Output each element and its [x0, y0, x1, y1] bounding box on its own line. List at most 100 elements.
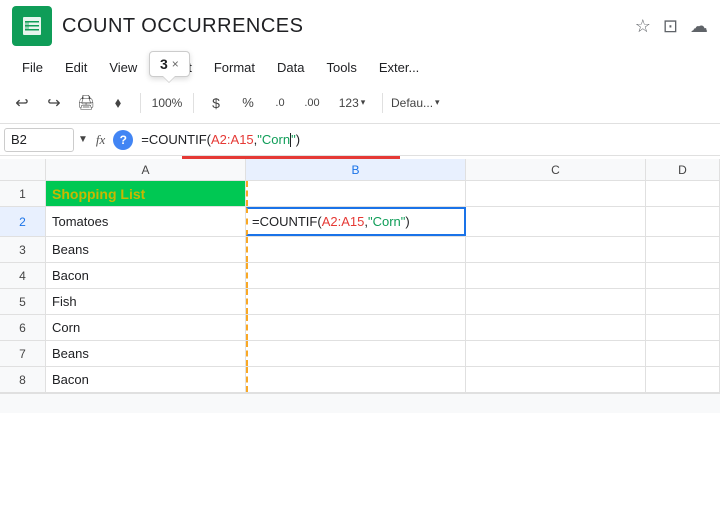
formula-close-paren: )	[296, 132, 300, 147]
cell-a4[interactable]: Bacon	[46, 263, 246, 288]
cell-b5[interactable]	[246, 289, 466, 314]
decimal-more-button[interactable]: .00	[298, 89, 326, 117]
cell-d6[interactable]	[646, 315, 720, 340]
formula-func: COUNTIF	[149, 132, 207, 147]
table-row: 5 Fish	[0, 289, 720, 315]
col-header-d[interactable]: D	[646, 159, 720, 180]
fx-label: fx	[92, 132, 109, 148]
col-header-b[interactable]: B	[246, 159, 466, 180]
cell-d8[interactable]	[646, 367, 720, 392]
cell-c6[interactable]	[466, 315, 646, 340]
cell-d5[interactable]	[646, 289, 720, 314]
cell-b3[interactable]	[246, 237, 466, 262]
number-format-button[interactable]: 123 ▾	[330, 89, 374, 117]
tooltip-x: ×	[172, 57, 179, 71]
row-num-header-corner	[0, 159, 46, 180]
cell-c1[interactable]	[466, 181, 646, 206]
row-num-2: 2	[0, 207, 46, 236]
cell-b7[interactable]	[246, 341, 466, 366]
menu-extensions[interactable]: Exter...	[369, 56, 429, 79]
number-format-arrow: ▾	[361, 97, 366, 108]
formula-help-button[interactable]: ?	[113, 130, 133, 150]
cell-a5[interactable]: Fish	[46, 289, 246, 314]
document-title: COUNT OCCURRENCES	[62, 15, 625, 38]
cell-b6[interactable]	[246, 315, 466, 340]
cloud-icon: ☁	[690, 16, 708, 37]
cell-a3[interactable]: Beans	[46, 237, 246, 262]
decimal-less-button[interactable]: .0	[266, 89, 294, 117]
currency-button[interactable]: $	[202, 89, 230, 117]
print-button[interactable]: 🖨	[72, 89, 100, 117]
table-row: 2 Tomatoes =COUNTIF(A2:A15, "Corn")	[0, 207, 720, 237]
formula-display-b2: =COUNTIF(A2:A15, "Corn")	[252, 214, 410, 229]
toolbar-divider-2	[193, 93, 194, 113]
table-row: 8 Bacon	[0, 367, 720, 393]
cell-b2[interactable]: =COUNTIF(A2:A15, "Corn")	[246, 207, 466, 236]
cell-ref-dropdown[interactable]: ▼	[78, 134, 88, 145]
undo-button[interactable]: ↩	[8, 89, 36, 117]
star-icon[interactable]: ☆	[635, 16, 651, 37]
menu-format[interactable]: Format	[204, 56, 265, 79]
cell-c4[interactable]	[466, 263, 646, 288]
cell-a1[interactable]: Shopping List	[46, 181, 246, 206]
cell-c7[interactable]	[466, 341, 646, 366]
cell-reference-box[interactable]: B2	[4, 128, 74, 152]
row-num-4: 4	[0, 263, 46, 288]
menu-view[interactable]: View	[99, 56, 147, 79]
row-num-6: 6	[0, 315, 46, 340]
table-row: 4 Bacon	[0, 263, 720, 289]
title-icons: ☆ ⊡ ☁	[635, 16, 708, 37]
title-bar: COUNT OCCURRENCES ☆ ⊡ ☁	[0, 0, 720, 52]
row-num-3: 3	[0, 237, 46, 262]
cell-a6[interactable]: Corn	[46, 315, 246, 340]
toolbar-divider-3	[382, 93, 383, 113]
cell-b8[interactable]	[246, 367, 466, 392]
tooltip-count: 3	[160, 56, 168, 72]
cell-b1[interactable]	[246, 181, 466, 206]
menu-tools[interactable]: Tools	[316, 56, 366, 79]
font-select[interactable]: Defau... ▾	[391, 89, 461, 117]
bottom-bar	[0, 393, 720, 413]
folder-icon[interactable]: ⊡	[663, 16, 678, 37]
percent-button[interactable]: %	[234, 89, 262, 117]
cell-a2[interactable]: Tomatoes	[46, 207, 246, 236]
tooltip-bubble: 3 ×	[149, 51, 190, 77]
cell-c2[interactable]	[466, 207, 646, 236]
table-row: 3 Beans	[0, 237, 720, 263]
redo-button[interactable]: ↪	[40, 89, 68, 117]
menu-data[interactable]: Data	[267, 56, 314, 79]
cell-d1[interactable]	[646, 181, 720, 206]
row-num-7: 7	[0, 341, 46, 366]
col-header-c[interactable]: C	[466, 159, 646, 180]
table-row: 1 Shopping List	[0, 181, 720, 207]
toolbar-divider-1	[140, 93, 141, 113]
cell-c3[interactable]	[466, 237, 646, 262]
cell-d2[interactable]	[646, 207, 720, 236]
formula-input[interactable]: =COUNTIF(A2:A15, "Corn")	[137, 132, 716, 147]
table-row: 7 Beans	[0, 341, 720, 367]
formula-bar: B2 ▼ fx ? =COUNTIF(A2:A15, "Corn")	[0, 124, 720, 156]
cell-c8[interactable]	[466, 367, 646, 392]
formula-range: A2:A15	[211, 132, 254, 147]
zoom-button[interactable]: 100%	[149, 89, 185, 117]
menu-edit[interactable]: Edit	[55, 56, 97, 79]
table-row: 6 Corn	[0, 315, 720, 341]
column-headers: A B C D	[0, 159, 720, 181]
cell-d3[interactable]	[646, 237, 720, 262]
paint-format-button[interactable]: ⬧	[104, 89, 132, 117]
app-icon	[12, 6, 52, 46]
cell-d7[interactable]	[646, 341, 720, 366]
cell-d4[interactable]	[646, 263, 720, 288]
row-num-8: 8	[0, 367, 46, 392]
spreadsheet: A B C D 1 Shopping List 2 Tomatoes =COUN…	[0, 159, 720, 393]
menu-file[interactable]: File	[12, 56, 53, 79]
cell-b4[interactable]	[246, 263, 466, 288]
cell-a7[interactable]: Beans	[46, 341, 246, 366]
formula-string: "Corn	[257, 132, 290, 147]
formula-equals: =	[141, 132, 149, 147]
col-header-a[interactable]: A	[46, 159, 246, 180]
cell-a8[interactable]: Bacon	[46, 367, 246, 392]
toolbar: ↩ ↪ 🖨 ⬧ 3 × 100% $ % .0 .00 123 ▾ Defau.…	[0, 82, 720, 124]
cell-c5[interactable]	[466, 289, 646, 314]
row-num-1: 1	[0, 181, 46, 206]
